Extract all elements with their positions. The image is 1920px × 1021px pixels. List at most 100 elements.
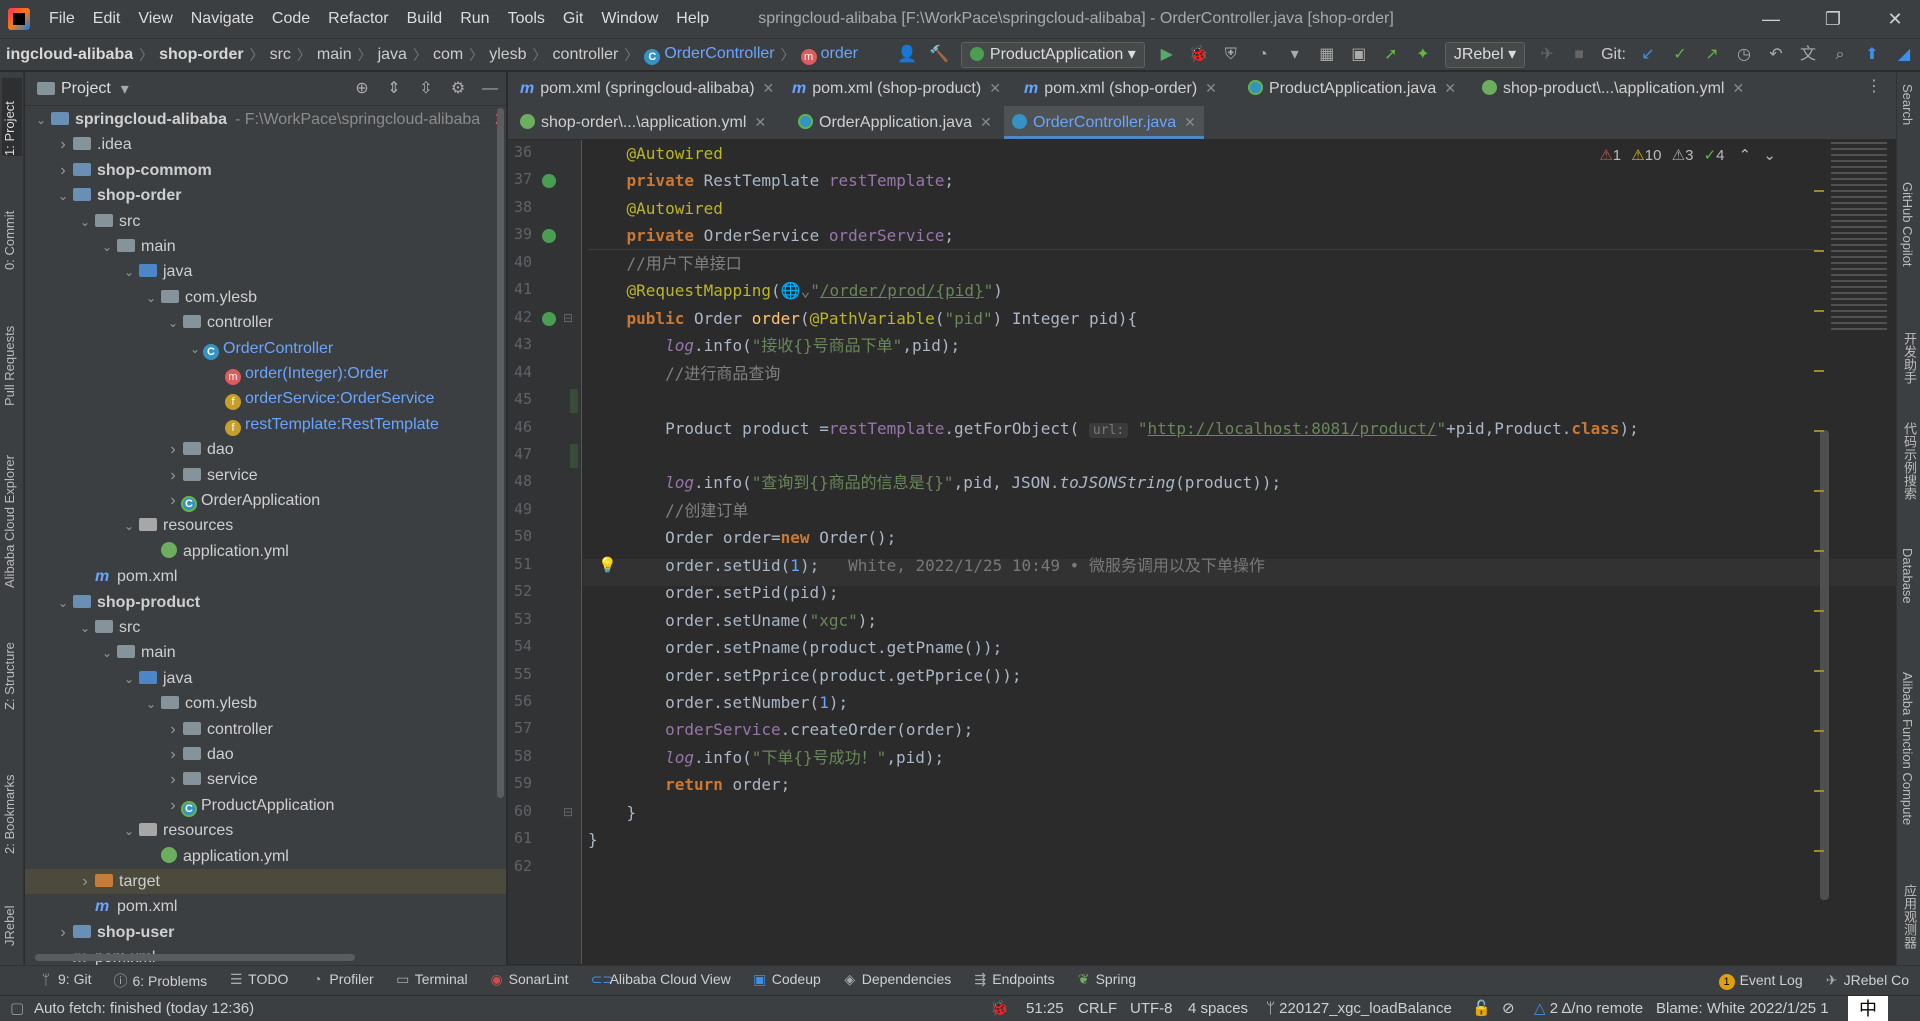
menu-help[interactable]: Help <box>667 0 718 38</box>
tree-item[interactable]: ⌄ springcloud-alibaba - F:\WorkPace\spring… <box>25 107 506 132</box>
code-line[interactable]: log.info("查询到{}商品的信息是{}",pid, JSON.toJSO… <box>588 469 1281 496</box>
profile-icon[interactable]: ◔ <box>1252 44 1274 66</box>
menu-view[interactable]: View <box>129 0 181 38</box>
chevron-right-icon[interactable]: › <box>165 488 181 513</box>
menu-code[interactable]: Code <box>263 0 319 38</box>
breadcrumb-class[interactable]: C OrderController <box>638 45 780 65</box>
close-tab-icon[interactable]: ✕ <box>980 114 992 130</box>
code-line[interactable]: order.setPid(pid); <box>588 579 838 606</box>
tree-item[interactable]: ⌄ java <box>25 666 506 692</box>
tool-button-todo[interactable]: ☰ TODO <box>218 971 299 991</box>
previous-highlight-icon[interactable]: ⌃ <box>1739 147 1752 164</box>
chevron-down-icon[interactable]: ⌄ <box>165 311 181 336</box>
chevron-right-icon[interactable]: › <box>55 158 71 183</box>
tool-tab-dev-assistant[interactable]: 开发助手 <box>1900 332 1919 384</box>
tree-item[interactable]: › C ProductApplication <box>25 793 506 818</box>
jrebel-update-icon[interactable]: ✈ <box>1536 44 1558 66</box>
rollback-icon[interactable]: ↶ <box>1765 44 1787 66</box>
menu-window[interactable]: Window <box>592 0 667 38</box>
project-view-select[interactable]: Project <box>61 80 111 98</box>
code-line[interactable]: log.info("下单{}号成功！",pid); <box>588 744 944 771</box>
fold-icon[interactable]: ⊟ <box>563 805 573 819</box>
tree-item[interactable]: › dao <box>25 742 506 767</box>
breadcrumb-module[interactable]: shop-order <box>153 46 249 64</box>
caret-position[interactable]: 51:25 <box>1026 996 1064 1021</box>
project-structure-icon[interactable]: ▣ <box>1348 44 1370 66</box>
close-tab-icon[interactable]: ✕ <box>1205 80 1217 96</box>
breadcrumb-method[interactable]: m order <box>795 45 864 65</box>
expand-all-icon[interactable]: ⇕ <box>383 78 405 100</box>
tool-tab-database[interactable]: Database <box>1900 548 1915 604</box>
history-icon[interactable]: ◷ <box>1733 44 1755 66</box>
vcs-change-marker[interactable] <box>570 443 578 468</box>
tree-item[interactable]: › shop-user <box>25 920 506 945</box>
close-tab-icon[interactable]: ✕ <box>989 80 1001 96</box>
code-line[interactable]: log.info("接收{}号商品下单",pid); <box>588 332 960 359</box>
spring-bean-gutter-icon[interactable] <box>542 229 556 244</box>
tool-tab-structure[interactable]: Z: Structure <box>2 628 22 710</box>
menu-navigate[interactable]: Navigate <box>182 0 263 38</box>
jrebel-run-icon[interactable]: ➚ <box>1380 44 1402 66</box>
tool-tab-code-search[interactable]: 代码示例搜索 <box>1900 422 1919 500</box>
build-project-icon[interactable]: ▦ <box>1316 44 1338 66</box>
vcs-change-marker[interactable] <box>570 389 578 414</box>
code-line[interactable]: orderService.createOrder(order); <box>588 716 973 743</box>
editor-tab[interactable]: OrderApplication.java ✕ <box>790 106 1000 139</box>
chevron-right-icon[interactable]: › <box>165 793 181 818</box>
code-line[interactable]: public Order order(@PathVariable("pid") … <box>588 305 1138 332</box>
fold-icon[interactable]: ⊟ <box>563 311 573 325</box>
editor-tab[interactable]: m pom.xml (shop-order) ✕ <box>1016 72 1225 105</box>
tree-item[interactable]: application.yml <box>25 539 506 564</box>
horizontal-scrollbar[interactable] <box>35 954 355 961</box>
tool-tab-app-observer[interactable]: 应用观测器 <box>1900 884 1919 949</box>
chevron-down-icon[interactable]: ⌄ <box>121 667 137 692</box>
tree-item[interactable]: ⌄ com.ylesb <box>25 285 506 311</box>
tree-item[interactable]: ⌄ main <box>25 640 506 666</box>
plugin-logo-icon[interactable]: ◢ <box>1893 44 1915 66</box>
menu-git[interactable]: Git <box>554 0 592 38</box>
hide-panel-icon[interactable]: — <box>479 78 501 100</box>
code-line[interactable]: order.setUname("xgc"); <box>588 607 877 634</box>
jrebel-console-button[interactable]: ✈ JRebel Co <box>1814 972 1920 989</box>
breadcrumb-com[interactable]: com <box>427 46 469 64</box>
tool-button-profiler[interactable]: ◔ Profiler <box>299 971 384 991</box>
close-tab-icon[interactable]: ✕ <box>1732 80 1744 96</box>
tree-item[interactable]: › shop-commom <box>25 158 506 183</box>
search-icon[interactable]: ⌕ <box>1829 44 1851 66</box>
tree-item[interactable]: m pom.xml <box>25 564 506 589</box>
tree-item[interactable]: › dao <box>25 437 506 462</box>
chevron-down-icon[interactable]: ⌄ <box>121 819 137 844</box>
git-push-icon[interactable]: ↗ <box>1701 44 1723 66</box>
blame-status[interactable]: Blame: White 2022/1/25 1 <box>1656 996 1829 1021</box>
chevron-down-icon[interactable]: ⌄ <box>121 514 137 539</box>
chevron-right-icon[interactable]: › <box>165 767 181 792</box>
remote-status[interactable]: △ 2 Δ/no remote <box>1534 996 1643 1021</box>
menu-build[interactable]: Build <box>398 0 452 38</box>
chevron-down-icon[interactable]: ⌄ <box>99 641 115 666</box>
tree-item[interactable]: › service <box>25 767 506 792</box>
close-icon[interactable]: ✕ <box>1870 0 1920 38</box>
chevron-right-icon[interactable]: › <box>165 717 181 742</box>
tree-item[interactable]: › service <box>25 463 506 488</box>
code-line[interactable]: order.setNumber(1); <box>588 689 848 716</box>
tool-button-sonar[interactable]: ◉ SonarLint <box>479 971 580 991</box>
code-line[interactable]: //用户下单接口 <box>588 250 742 277</box>
tool-tab-pull-requests[interactable]: Pull Requests <box>2 296 22 406</box>
tool-button-git[interactable]: ᛘ 9: Git <box>28 971 102 991</box>
tree-item[interactable]: application.yml <box>25 844 506 869</box>
tree-item[interactable]: ⌄ C OrderController <box>25 336 506 361</box>
menu-run[interactable]: Run <box>451 0 498 38</box>
tree-item[interactable]: f restTemplate:RestTemplate <box>25 412 506 437</box>
code-line[interactable]: } <box>588 799 637 826</box>
status-message[interactable]: Auto fetch: finished (today 12:36) <box>34 996 254 1021</box>
ime-indicator[interactable]: 中 <box>1848 996 1888 1021</box>
tree-item[interactable]: ⌄ src <box>25 209 506 234</box>
breadcrumb-ylesb[interactable]: ylesb <box>483 46 532 64</box>
chevron-down-icon[interactable]: ⌄ <box>143 286 159 311</box>
code-line[interactable]: @Autowired <box>588 195 723 222</box>
breadcrumb-java[interactable]: java <box>372 46 413 64</box>
editor-tab[interactable]: ProductApplication.java ✕ <box>1240 72 1464 105</box>
jrebel-debug-icon[interactable]: ✦ <box>1412 44 1434 66</box>
spring-bean-gutter-icon[interactable] <box>542 311 556 326</box>
tool-tab-jrebel[interactable]: JRebel <box>2 876 22 946</box>
